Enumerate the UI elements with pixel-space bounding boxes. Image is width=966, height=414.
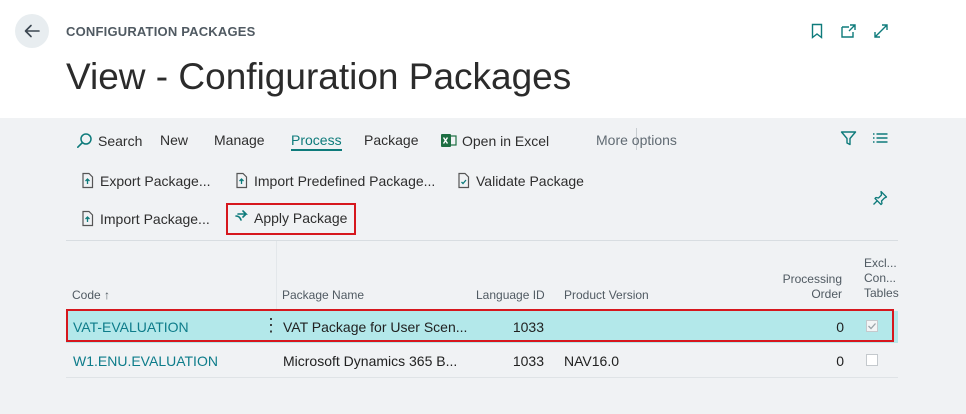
column-header-package-name[interactable]: Package Name <box>282 288 364 302</box>
new-button[interactable]: New <box>160 132 188 148</box>
search-button[interactable]: Search <box>76 132 142 149</box>
import-predefined-package-button[interactable]: Import Predefined Package... <box>234 172 435 189</box>
page-header: CONFIGURATION PACKAGES View - Configurat… <box>0 0 966 118</box>
pin-icon <box>873 190 888 206</box>
processing-order-cell: 0 <box>836 353 844 369</box>
open-in-excel-label: Open in Excel <box>462 132 550 149</box>
search-label: Search <box>98 132 143 149</box>
breadcrumb: CONFIGURATION PACKAGES <box>66 24 256 39</box>
list-icon <box>873 133 888 143</box>
product-version-cell: NAV16.0 <box>564 353 619 369</box>
exclude-checkbox[interactable] <box>866 354 878 366</box>
page-title: View - Configuration Packages <box>66 56 572 97</box>
column-header-language-id[interactable]: Language ID <box>476 288 545 302</box>
sort-ascending-icon: ↑ <box>104 288 111 302</box>
pin-button[interactable] <box>872 190 888 206</box>
action-bar: Search New Manage Process Package Open i… <box>66 118 898 160</box>
manage-tab[interactable]: Manage <box>214 132 265 148</box>
processing-order-line2: Order <box>811 287 842 301</box>
document-import-icon <box>82 210 94 227</box>
exclude-line3: Tables <box>864 286 899 300</box>
import-package-button[interactable]: Import Package... <box>80 210 210 227</box>
column-header-product-version[interactable]: Product Version <box>564 288 649 302</box>
column-header-processing-order[interactable]: Processing Order <box>770 272 842 302</box>
process-tab[interactable]: Process <box>291 132 342 151</box>
arrow-left-icon <box>24 24 40 38</box>
code-cell[interactable]: W1.ENU.EVALUATION <box>73 353 218 369</box>
document-export-icon <box>82 172 94 189</box>
search-icon <box>77 133 92 148</box>
back-button[interactable] <box>15 14 49 48</box>
export-package-label: Export Package... <box>100 172 211 189</box>
document-import-icon <box>236 172 248 189</box>
code-header-label: Code <box>72 288 101 302</box>
column-divider <box>276 241 277 311</box>
package-name-cell: Microsoft Dynamics 365 B... <box>283 353 458 369</box>
export-package-button[interactable]: Export Package... <box>80 172 211 189</box>
filter-button[interactable] <box>840 130 857 147</box>
selected-row-highlight <box>66 309 894 342</box>
import-predefined-label: Import Predefined Package... <box>254 172 436 189</box>
validate-package-label: Validate Package <box>476 172 584 189</box>
open-in-excel-button[interactable]: Open in Excel <box>440 132 549 149</box>
expand-icon[interactable] <box>872 22 890 40</box>
package-tab[interactable]: Package <box>364 132 418 148</box>
grid-top-border <box>66 240 898 241</box>
bookmark-icon[interactable] <box>808 22 826 40</box>
excel-icon <box>441 134 457 147</box>
open-new-window-icon[interactable] <box>840 22 858 40</box>
import-package-label: Import Package... <box>100 210 210 227</box>
document-check-icon <box>458 172 470 189</box>
exclude-line2: Con... <box>864 271 897 285</box>
validate-package-button[interactable]: Validate Package <box>456 172 584 189</box>
column-header-exclude-config-tables[interactable]: Excl... Con... Tables <box>864 256 899 301</box>
header-actions <box>808 22 890 40</box>
table-row[interactable]: W1.ENU.EVALUATION Microsoft Dynamics 365… <box>66 345 898 378</box>
more-options-button[interactable]: More options <box>596 132 677 148</box>
filter-icon <box>840 131 857 146</box>
exclude-line1: Excl... <box>864 256 897 270</box>
column-header-code[interactable]: Code ↑ <box>72 288 110 302</box>
list-view-button[interactable] <box>872 130 889 147</box>
apply-package-highlight <box>226 203 356 235</box>
processing-order-line1: Processing <box>782 272 842 286</box>
language-id-cell: 1033 <box>512 353 544 369</box>
